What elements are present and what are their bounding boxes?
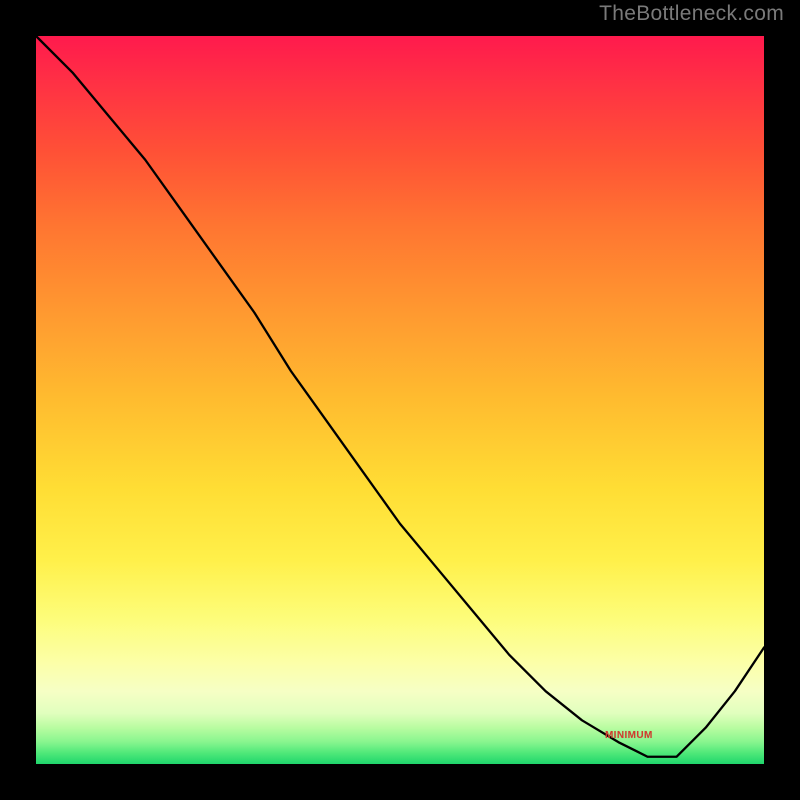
plot-frame: MINIMUM xyxy=(28,28,772,772)
curve-svg xyxy=(36,36,764,764)
chart-stage: TheBottleneck.com MINIMUM xyxy=(0,0,800,800)
minimum-annotation: MINIMUM xyxy=(605,730,653,741)
bottleneck-curve xyxy=(36,36,764,757)
attribution-label: TheBottleneck.com xyxy=(599,2,784,26)
